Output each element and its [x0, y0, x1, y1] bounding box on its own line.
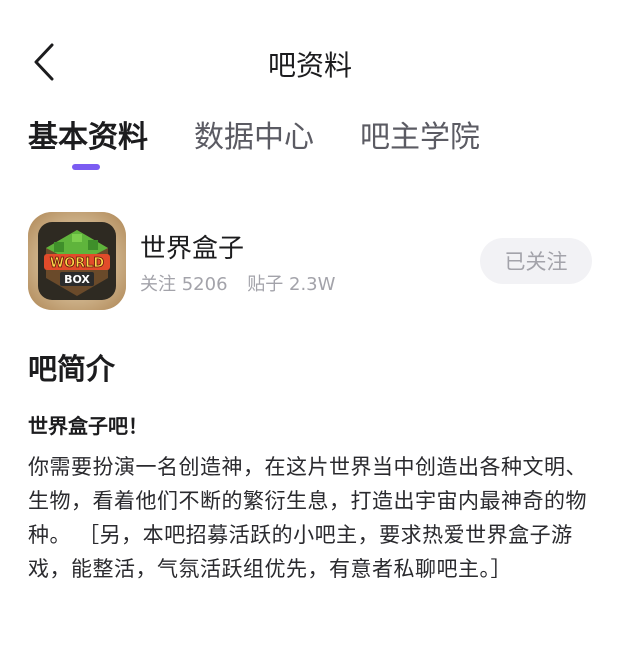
followers-count: 关注 5206 — [140, 274, 228, 295]
posts-count: 贴子 2.3W — [247, 274, 336, 295]
active-tab-indicator — [72, 164, 100, 170]
forum-logo[interactable]: WORLD BOX — [28, 212, 126, 310]
tab-data-center[interactable]: 数据中心 — [194, 112, 314, 156]
forum-stats: 关注 5206 贴子 2.3W — [140, 270, 349, 296]
svg-text:BOX: BOX — [64, 273, 90, 286]
tab-basic-info[interactable]: 基本资料 — [28, 112, 148, 156]
intro-heading: 吧简介 — [28, 352, 116, 386]
tab-bar: 基本资料 数据中心 吧主学院 — [28, 112, 608, 182]
intro-subtitle: 世界盒子吧！ — [28, 414, 148, 438]
top-nav-bar: 吧资料 — [0, 30, 620, 96]
followed-button[interactable]: 已关注 — [480, 238, 592, 284]
forum-name: 世界盒子 — [140, 234, 245, 264]
page-title: 吧资料 — [267, 49, 352, 82]
tab-moderator-academy[interactable]: 吧主学院 — [360, 112, 480, 156]
intro-body-text: 你需要扮演一名创造神，在这片世界当中创造出各种文明、生物，看着他们不断的繁衍生息… — [28, 455, 587, 581]
worldbox-logo-image: WORLD BOX — [28, 212, 126, 310]
svg-text:WORLD: WORLD — [50, 256, 105, 271]
forum-info-row: WORLD BOX 世界盒子 关注 5206 贴子 2.3W 已关注 — [28, 212, 600, 312]
